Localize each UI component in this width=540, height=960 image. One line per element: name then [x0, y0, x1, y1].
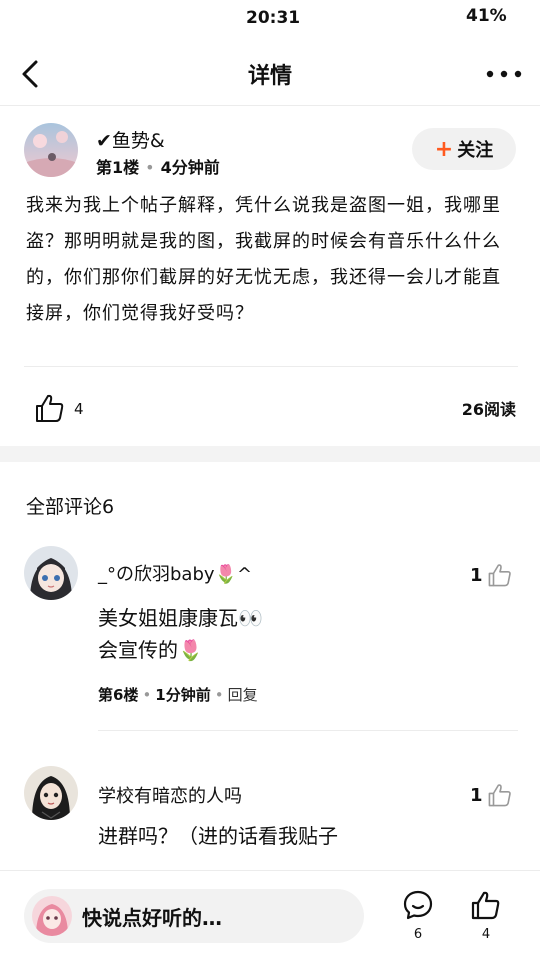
post-meta: 第1楼 • 4分钟前 [96, 154, 220, 178]
post-stats: 4 26阅读 [0, 386, 540, 430]
post-like-count: 4 [74, 400, 84, 418]
avatar[interactable] [24, 766, 78, 820]
comment-like-count: 1 [470, 564, 483, 586]
more-button[interactable] [486, 60, 522, 88]
avatar [32, 896, 72, 936]
comment-author[interactable]: _°の欣羽baby🌷^ [98, 560, 252, 586]
battery-level: 41% [466, 6, 507, 26]
bottom-bar: 快说点好听的… 6 4 [0, 870, 540, 960]
separator-dot: • [142, 686, 152, 704]
status-bar: 20:31 41% [0, 0, 540, 36]
page-title: 详情 [247, 64, 292, 89]
divider [98, 730, 518, 731]
like-count: 4 [481, 927, 491, 942]
thumbs-up-icon [488, 564, 511, 587]
comment-count: 6 [413, 927, 423, 942]
top-bar: 详情 [0, 44, 540, 106]
floor-label: 第1楼 [96, 158, 140, 177]
comments-title: 全部评论6 [26, 496, 115, 518]
more-dots-icon [486, 70, 522, 78]
floor-label: 第6楼 [98, 686, 139, 704]
comment-input-placeholder: 快说点好听的… [82, 905, 222, 930]
comment-like-button[interactable]: 1 [470, 780, 518, 810]
avatar[interactable] [24, 546, 78, 600]
comment-like-button[interactable]: 1 [470, 560, 518, 590]
follow-button[interactable]: + 关注 [412, 128, 516, 170]
comment-line: 会宣传的🌷 [98, 638, 203, 662]
comment-bubble-icon [403, 890, 433, 920]
comment-text: 美女姐姐康康瓦👀 会宣传的🌷 [98, 602, 263, 666]
avatar[interactable] [24, 123, 78, 177]
post-author[interactable]: ✔鱼势& [96, 126, 165, 153]
separator-dot: • [145, 158, 155, 177]
like-button[interactable]: 4 [466, 889, 506, 949]
post-like-button[interactable] [34, 392, 66, 424]
follow-label: 关注 [457, 140, 494, 161]
comment-text: 进群吗？（进的话看我贴子 [98, 820, 338, 852]
plus-icon: + [434, 136, 454, 162]
comment-time: 1分钟前 [155, 686, 211, 704]
comment-meta: 第6楼 • 1分钟前 • 回复 [98, 684, 258, 705]
comment-author[interactable]: 学校有暗恋的人吗 [98, 782, 242, 808]
post-body: 我来为我上个帖子解释，凭什么说我是盗图一姐，我哪里盗？那明明就是我的图，我截屏的… [26, 195, 501, 324]
reply-button[interactable]: 回复 [228, 686, 258, 704]
read-count: 26阅读 [461, 400, 516, 419]
divider [24, 366, 518, 367]
thumbs-up-icon [488, 784, 511, 807]
comment-button[interactable]: 6 [398, 889, 438, 949]
thumbs-up-icon [471, 891, 500, 920]
status-time: 20:31 [246, 8, 301, 28]
comment-like-count: 1 [470, 784, 483, 806]
separator-dot: • [214, 686, 224, 704]
comment-line: 美女姐姐康康瓦👀 [98, 606, 263, 630]
post-time: 4分钟前 [160, 158, 220, 177]
comment-input[interactable]: 快说点好听的… [24, 889, 364, 943]
section-separator [0, 446, 540, 462]
thumbs-up-icon [36, 394, 64, 422]
comment-line: 进群吗？（进的话看我贴子 [98, 824, 338, 848]
